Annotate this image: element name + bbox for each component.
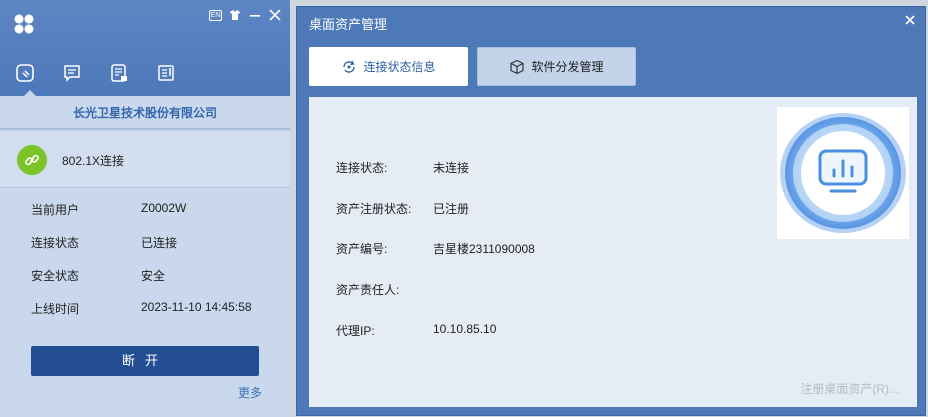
info-label: 安全状态 [31,269,80,283]
link-icon [17,145,47,175]
info-row-online-time: 上线时间 2023-11-10 14:45:58 [0,298,290,318]
info-label: 连接状态 [31,236,80,250]
info-value: 2023-11-10 14:45:58 [141,300,252,314]
field-label: 资产编号: [336,242,388,256]
tab-label: 软件分发管理 [531,60,604,74]
package-icon [510,59,525,74]
info-row-security: 安全状态 安全 [0,265,290,285]
asset-management-dialog: 桌面资产管理 连接状态信息 软件分发管理 连接状态: 未连接 资产注册状态: 已… [296,6,926,416]
info-value: 安全 [141,269,166,283]
nav-notes-icon[interactable] [155,62,177,84]
client-window: EN 长光卫星技术股份有限公司 802.1X连接 当前用户 Z0002W 连接状… [0,0,290,417]
field-value: 未连接 [433,161,470,175]
app-logo-icon [14,14,34,34]
nav-message-icon[interactable] [61,62,83,84]
disconnect-button[interactable]: 断开 [31,346,259,376]
nav-report-icon[interactable] [108,62,130,84]
field-asset-registration: 资产注册状态: 已注册 [336,200,469,217]
field-proxy-ip: 代理IP: 10.10.85.10 [336,322,496,339]
info-row-connection: 连接状态 已连接 [0,232,290,252]
language-badge[interactable]: EN [209,9,222,21]
info-label: 上线时间 [31,302,80,316]
nav-connection-icon[interactable] [14,62,36,84]
tab-software-distribution[interactable]: 软件分发管理 [477,47,636,86]
field-label: 代理IP: [336,324,375,338]
field-asset-owner: 资产责任人: [336,281,399,298]
info-row-user: 当前用户 Z0002W [0,199,290,219]
dialog-title: 桌面资产管理 [309,17,388,32]
connection-type-label: 802.1X连接 [62,154,125,168]
shirt-icon[interactable] [228,8,242,22]
client-header: EN [0,0,290,96]
field-value: 已注册 [433,202,470,216]
field-label: 资产注册状态: [336,202,412,216]
more-link[interactable]: 更多 [238,384,262,401]
tab-connection-status[interactable]: 连接状态信息 [309,47,468,86]
company-name: 长光卫星技术股份有限公司 [0,96,290,130]
client-nav [14,62,177,84]
field-value: 10.10.85.10 [433,322,497,336]
info-value: Z0002W [141,201,187,215]
monitor-illustration [777,107,909,239]
field-asset-number: 资产编号: 吉星楼2311090008 [336,240,535,257]
info-label: 当前用户 [31,203,80,217]
field-label: 资产责任人: [336,283,400,297]
connection-type-row: 802.1X连接 [0,132,290,188]
info-value: 已连接 [141,236,178,250]
minimize-icon[interactable] [248,8,262,22]
tab-label: 连接状态信息 [363,60,436,74]
sync-icon [343,60,356,73]
field-connection-status: 连接状态: 未连接 [336,159,469,176]
field-value: 吉星楼2311090008 [433,242,535,256]
dialog-close-icon[interactable] [903,13,917,27]
connection-info-panel: 连接状态: 未连接 资产注册状态: 已注册 资产编号: 吉星楼231109000… [309,97,917,407]
register-asset-link[interactable]: 注册桌面资产(R)... [800,380,899,397]
close-icon[interactable] [268,8,282,22]
field-label: 连接状态: [336,161,388,175]
